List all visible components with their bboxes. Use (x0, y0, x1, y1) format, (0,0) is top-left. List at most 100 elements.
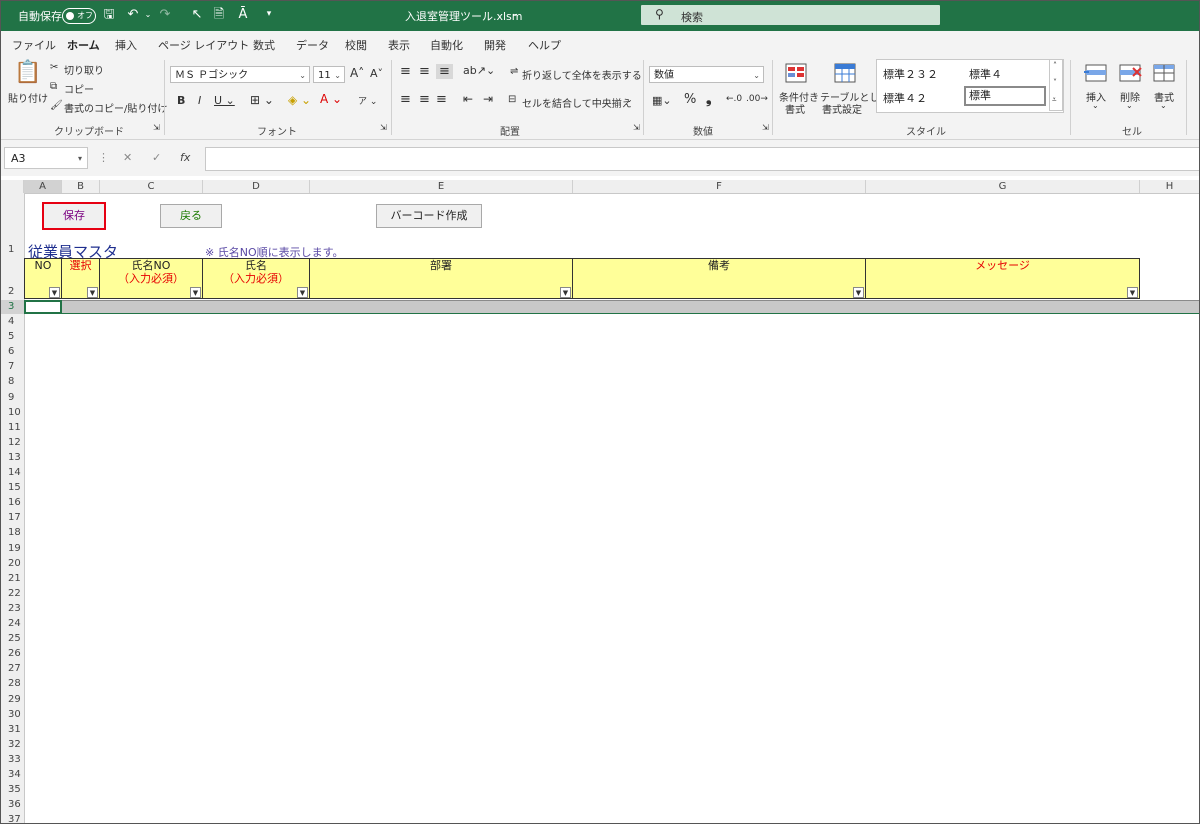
column-header-h[interactable]: H (1140, 180, 1200, 193)
row-header[interactable]: 17 (0, 511, 24, 525)
chevron-down-icon[interactable]: ⌄ (1126, 101, 1133, 110)
tab-formulas[interactable]: 数式 (253, 37, 275, 53)
barcode-create-button[interactable]: バーコード作成 (376, 204, 482, 228)
row-header[interactable]: 6 (0, 345, 24, 359)
dialog-launcher-icon[interactable]: ⇲ (633, 123, 640, 132)
filter-dropdown-icon[interactable]: ▼ (297, 287, 308, 298)
wrap-text-button[interactable]: 折り返して全体を表示する (522, 67, 642, 82)
paste-icon[interactable]: 📋 (14, 60, 41, 85)
style-item[interactable]: 標準４ (969, 66, 1002, 82)
row-header[interactable]: 36 (0, 798, 24, 812)
chevron-down-icon[interactable]: ⌄ (626, 95, 633, 104)
borders-icon[interactable]: ⊞ ⌄ (250, 93, 274, 107)
merge-icon[interactable]: ⊟ (508, 94, 516, 105)
style-item[interactable]: 標準２３２ (883, 66, 938, 82)
copy-button[interactable]: コピー (64, 81, 94, 96)
tab-insert[interactable]: 挿入 (115, 37, 137, 53)
row-header[interactable]: 28 (0, 677, 24, 691)
orientation-icon[interactable]: ab↗⌄ (463, 64, 495, 77)
align-top-icon[interactable]: ≡ (400, 64, 411, 79)
delete-cells-icon[interactable] (1117, 62, 1143, 86)
gallery-scrollbar[interactable]: ˄ ˅ ⩡ (1049, 59, 1063, 111)
column-header-f[interactable]: F (573, 180, 866, 193)
align-bottom-icon[interactable]: ≡ (436, 64, 453, 79)
chevron-down-icon[interactable]: ▾ (78, 148, 82, 170)
row-header[interactable]: 29 (0, 693, 24, 707)
bold-icon[interactable]: B (177, 94, 185, 107)
insert-cells-icon[interactable] (1083, 62, 1109, 86)
search-box[interactable]: ⚲ 検索 (641, 5, 940, 25)
tab-view[interactable]: 表示 (388, 37, 410, 53)
align-right-icon[interactable]: ≡ (436, 92, 447, 107)
format-as-table-button-line2[interactable]: 書式設定 (822, 101, 862, 116)
row-header[interactable]: 13 (0, 451, 24, 465)
row-header[interactable]: 37 (0, 813, 24, 827)
row-header[interactable]: 3 (0, 300, 24, 314)
chevron-down-icon[interactable]: ⌄ (1092, 101, 1099, 110)
format-as-table-icon[interactable] (833, 62, 859, 86)
fill-color-icon[interactable]: ◈ ⌄ (288, 93, 311, 107)
underline-icon[interactable]: U ⌄ (214, 94, 235, 107)
chevron-up-icon[interactable]: ˄ (1053, 61, 1057, 70)
cut-button[interactable]: 切り取り (64, 62, 104, 77)
percent-icon[interactable]: % (684, 92, 696, 107)
tab-page-layout[interactable]: ページ レイアウト (158, 37, 249, 53)
tab-automate[interactable]: 自動化 (430, 37, 463, 53)
tab-file[interactable]: ファイル (12, 37, 56, 53)
row-header[interactable]: 4 (0, 315, 24, 329)
tab-developer[interactable]: 開発 (484, 37, 506, 53)
style-item-selected[interactable]: 標準 (964, 86, 1046, 106)
autosave-toggle[interactable]: オフ (62, 8, 96, 24)
save-button[interactable]: 保存 (42, 202, 106, 230)
row-header[interactable]: 8 (0, 375, 24, 389)
column-header-g[interactable]: G (866, 180, 1140, 193)
row-header[interactable]: 30 (0, 708, 24, 722)
wrap-text-icon[interactable]: ⇌ (510, 66, 518, 77)
align-center-icon[interactable]: ≡ (419, 92, 430, 107)
insert-function-icon[interactable]: fx (180, 151, 190, 164)
chevron-down-icon[interactable]: ⌄ (508, 7, 522, 22)
text-box-icon[interactable]: Ā (236, 7, 250, 22)
align-left-icon[interactable]: ≡ (400, 92, 411, 107)
italic-icon[interactable]: I (198, 94, 201, 107)
row-header[interactable]: 25 (0, 632, 24, 646)
row-header[interactable]: 32 (0, 738, 24, 752)
row-header[interactable]: 14 (0, 466, 24, 480)
filter-dropdown-icon[interactable]: ▼ (49, 287, 60, 298)
align-middle-icon[interactable]: ≡ (419, 64, 430, 79)
chevron-down-icon[interactable]: ˅ (1053, 78, 1057, 87)
row-header[interactable]: 11 (0, 421, 24, 435)
undo-dropdown-icon[interactable]: ⌄ (141, 7, 155, 22)
row-header[interactable]: 5 (0, 330, 24, 344)
column-header-b[interactable]: B (62, 180, 100, 193)
column-header-c[interactable]: C (100, 180, 203, 193)
row-header[interactable]: 27 (0, 662, 24, 676)
format-cells-icon[interactable] (1151, 62, 1177, 86)
row-header[interactable]: 18 (0, 526, 24, 540)
row-header[interactable]: 2 (0, 285, 24, 299)
merge-center-button[interactable]: セルを結合して中央揃え (522, 95, 632, 110)
save-icon[interactable]: 🖫 (102, 7, 116, 22)
active-cell[interactable] (24, 300, 62, 314)
dialog-launcher-icon[interactable]: ⇲ (762, 123, 769, 132)
row-header[interactable]: 16 (0, 496, 24, 510)
row-header[interactable]: 31 (0, 723, 24, 737)
tab-home[interactable]: ホーム (67, 37, 100, 59)
filter-dropdown-icon[interactable]: ▼ (560, 287, 571, 298)
row-header[interactable]: 7 (0, 360, 24, 374)
row-header[interactable]: 1 (0, 243, 24, 257)
tab-data[interactable]: データ (296, 37, 329, 53)
font-size-select[interactable]: 11 ⌄ (313, 66, 345, 83)
row-header[interactable]: 15 (0, 481, 24, 495)
copy-icon[interactable]: ⧉ (50, 81, 57, 92)
font-name-select[interactable]: ＭＳ Ｐゴシック ⌄ (170, 66, 310, 83)
chevron-down-icon[interactable]: ⌄ (1160, 101, 1167, 110)
grid-row[interactable] (24, 300, 1200, 314)
row-header[interactable]: 20 (0, 557, 24, 571)
increase-indent-icon[interactable]: ⇥ (483, 92, 493, 106)
format-painter-button[interactable]: 書式のコピー/貼り付け (64, 100, 167, 115)
format-painter-icon[interactable]: 🖌 (50, 100, 63, 111)
customize-qat-icon[interactable]: ▾ (262, 7, 276, 22)
cut-icon[interactable]: ✂ (50, 62, 58, 73)
filter-dropdown-icon[interactable]: ▼ (853, 287, 864, 298)
